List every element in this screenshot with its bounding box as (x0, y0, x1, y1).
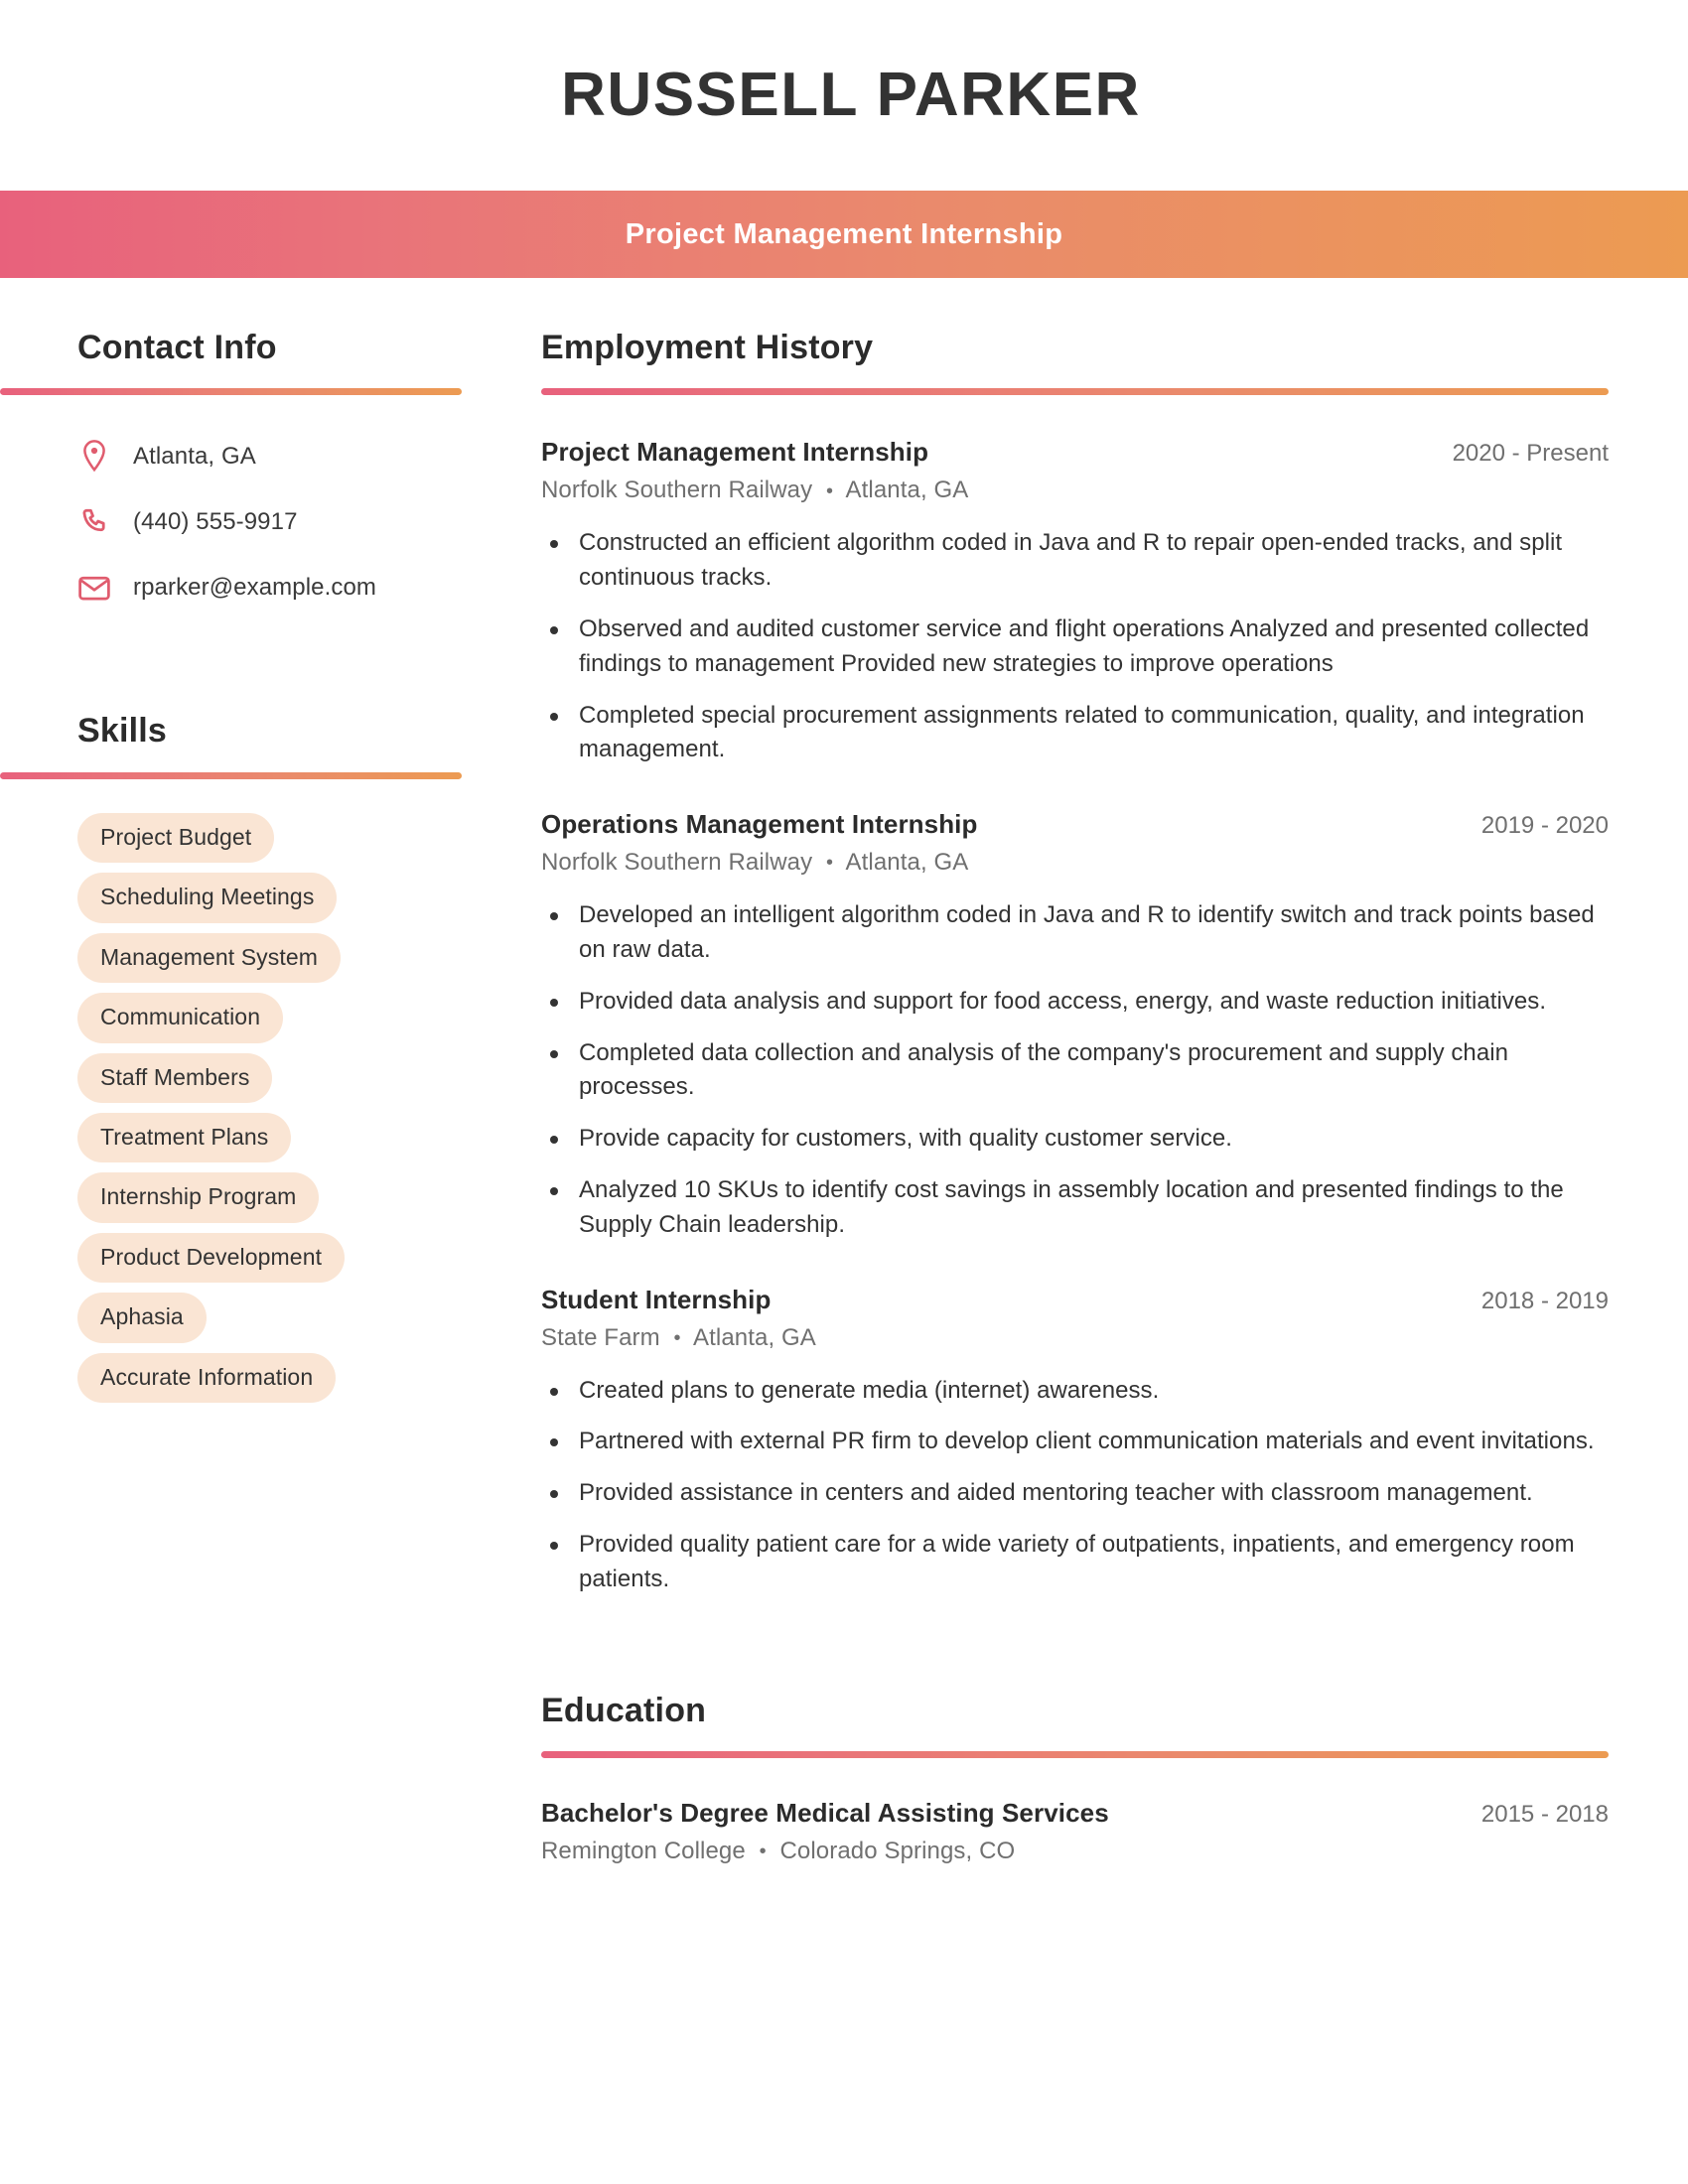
employment-entry-header: Student Internship 2018 - 2019 (541, 1285, 1609, 1315)
education-divider (541, 1750, 1609, 1758)
list-item: Created plans to generate media (interne… (541, 1374, 1609, 1409)
employment-entry-header: Project Management Internship 2020 - Pre… (541, 437, 1609, 468)
bullet-separator-icon: • (673, 1326, 681, 1349)
employment-entry-bullets: Created plans to generate media (interne… (541, 1374, 1609, 1597)
employment-entry-company: Norfolk Southern Railway (541, 849, 813, 877)
education-heading: Education (541, 1691, 707, 1729)
employment-entry: Operations Management Internship 2019 - … (541, 809, 1609, 1242)
employment-entry-subtitle: Norfolk Southern Railway • Atlanta, GA (541, 849, 1609, 877)
employment-history-heading: Employment History (541, 329, 874, 366)
employment-entry-title: Student Internship (541, 1284, 772, 1314)
contact-info-divider (0, 388, 462, 396)
contact-phone-text: (440) 555-9917 (133, 508, 298, 536)
employment-entry-subtitle: Norfolk Southern Railway • Atlanta, GA (541, 477, 1609, 504)
sidebar: Contact Info Atlanta, GA (440) 555-9917 … (0, 329, 496, 1413)
skill-pill[interactable]: Treatment Plans (77, 1112, 292, 1163)
education-entry-school: Remington College (541, 1837, 746, 1864)
education-entry-header: Bachelor's Degree Medical Assisting Serv… (541, 1798, 1609, 1829)
employment-entry-subtitle: State Farm • Atlanta, GA (541, 1324, 1609, 1352)
list-item: Completed data collection and analysis o… (541, 1036, 1609, 1106)
resume-body: Contact Info Atlanta, GA (440) 555-9917 … (0, 278, 1688, 1865)
list-item: Partnered with external PR firm to devel… (541, 1425, 1609, 1459)
skill-pill[interactable]: Communication (77, 993, 284, 1043)
page-title: RUSSELL PARKER (561, 61, 1141, 129)
skill-pill[interactable]: Accurate Information (77, 1352, 337, 1404)
main-content: Employment History Project Management In… (496, 329, 1688, 1865)
contact-item-email[interactable]: rparker@example.com (77, 562, 496, 614)
header-name-band: RUSSELL PARKER (0, 0, 1688, 191)
bullet-separator-icon: • (825, 852, 834, 875)
skill-pill[interactable]: Project Budget (77, 812, 275, 864)
skill-pill[interactable]: Management System (77, 932, 342, 984)
employment-entry-bullets: Constructed an efficient algorithm coded… (541, 526, 1609, 767)
list-item: Provided quality patient care for a wide… (541, 1528, 1609, 1597)
education-entry-dates: 2015 - 2018 (1480, 1800, 1609, 1828)
list-item: Analyzed 10 SKUs to identify cost saving… (541, 1173, 1609, 1243)
employment-history-section: Employment History Project Management In… (541, 329, 1609, 1597)
list-item: Completed special procurement assignment… (541, 699, 1609, 768)
employment-entry: Student Internship 2018 - 2019 State Far… (541, 1285, 1609, 1597)
skills-divider (0, 771, 462, 779)
employment-history-divider (541, 388, 1609, 396)
employment-entry-title: Project Management Internship (541, 437, 929, 468)
list-item: Provided assistance in centers and aided… (541, 1476, 1609, 1511)
employment-entry-dates: 2018 - 2019 (1480, 1287, 1609, 1314)
education-entry-title: Bachelor's Degree Medical Assisting Serv… (541, 1797, 1109, 1828)
contact-item-location[interactable]: Atlanta, GA (77, 431, 496, 482)
skills-heading: Skills (77, 712, 168, 751)
contact-list: Atlanta, GA (440) 555-9917 rparker@examp… (0, 431, 496, 614)
bullet-separator-icon: • (759, 1841, 767, 1863)
education-entry-subtitle: Remington College • Colorado Springs, CO (541, 1838, 1609, 1865)
list-item: Constructed an efficient algorithm coded… (541, 526, 1609, 596)
contact-info-section: Contact Info Atlanta, GA (440) 555-9917 … (0, 329, 496, 614)
employment-entry-location: Atlanta, GA (693, 1323, 816, 1351)
list-item: Provide capacity for customers, with qua… (541, 1122, 1609, 1157)
skill-pill[interactable]: Staff Members (77, 1052, 273, 1103)
employment-entry: Project Management Internship 2020 - Pre… (541, 437, 1609, 767)
employment-entry-company: State Farm (541, 1323, 660, 1351)
list-item: Provided data analysis and support for f… (541, 985, 1609, 1020)
employment-entry-dates: 2019 - 2020 (1480, 812, 1609, 840)
employment-entry-header: Operations Management Internship 2019 - … (541, 809, 1609, 840)
employment-entry-dates: 2020 - Present (1452, 440, 1609, 468)
skills-list: Project Budget Scheduling Meetings Manag… (0, 812, 496, 1413)
skill-pill[interactable]: Internship Program (77, 1172, 320, 1223)
bullet-separator-icon: • (825, 479, 834, 502)
location-pin-icon (77, 439, 111, 475)
resume-page: RUSSELL PARKER Project Management Intern… (0, 0, 1688, 2184)
skill-pill[interactable]: Scheduling Meetings (77, 873, 338, 923)
list-item: Observed and audited customer service an… (541, 613, 1609, 682)
list-item: Developed an intelligent algorithm coded… (541, 898, 1609, 968)
education-entry: Bachelor's Degree Medical Assisting Serv… (541, 1798, 1609, 1865)
contact-location-text: Atlanta, GA (133, 443, 256, 471)
employment-entry-title: Operations Management Internship (541, 809, 978, 840)
header-title-band: Project Management Internship (0, 191, 1688, 278)
skill-pill[interactable]: Product Development (77, 1232, 346, 1284)
employment-entry-company: Norfolk Southern Railway (541, 477, 813, 504)
contact-item-phone[interactable]: (440) 555-9917 (77, 496, 496, 548)
contact-info-heading: Contact Info (77, 329, 277, 366)
phone-icon (77, 506, 111, 538)
employment-entry-location: Atlanta, GA (845, 849, 969, 877)
employment-entry-location: Atlanta, GA (845, 477, 969, 504)
education-entry-location: Colorado Springs, CO (779, 1837, 1016, 1864)
education-section: Education Bachelor's Degree Medical Assi… (541, 1691, 1609, 1865)
contact-email-text: rparker@example.com (133, 574, 377, 602)
skill-pill[interactable]: Aphasia (77, 1293, 207, 1343)
envelope-icon (77, 574, 111, 602)
header-job-title: Project Management Internship (625, 217, 1063, 250)
skills-section: Skills Project Budget Scheduling Meeting… (0, 712, 496, 1413)
employment-entry-bullets: Developed an intelligent algorithm coded… (541, 898, 1609, 1242)
